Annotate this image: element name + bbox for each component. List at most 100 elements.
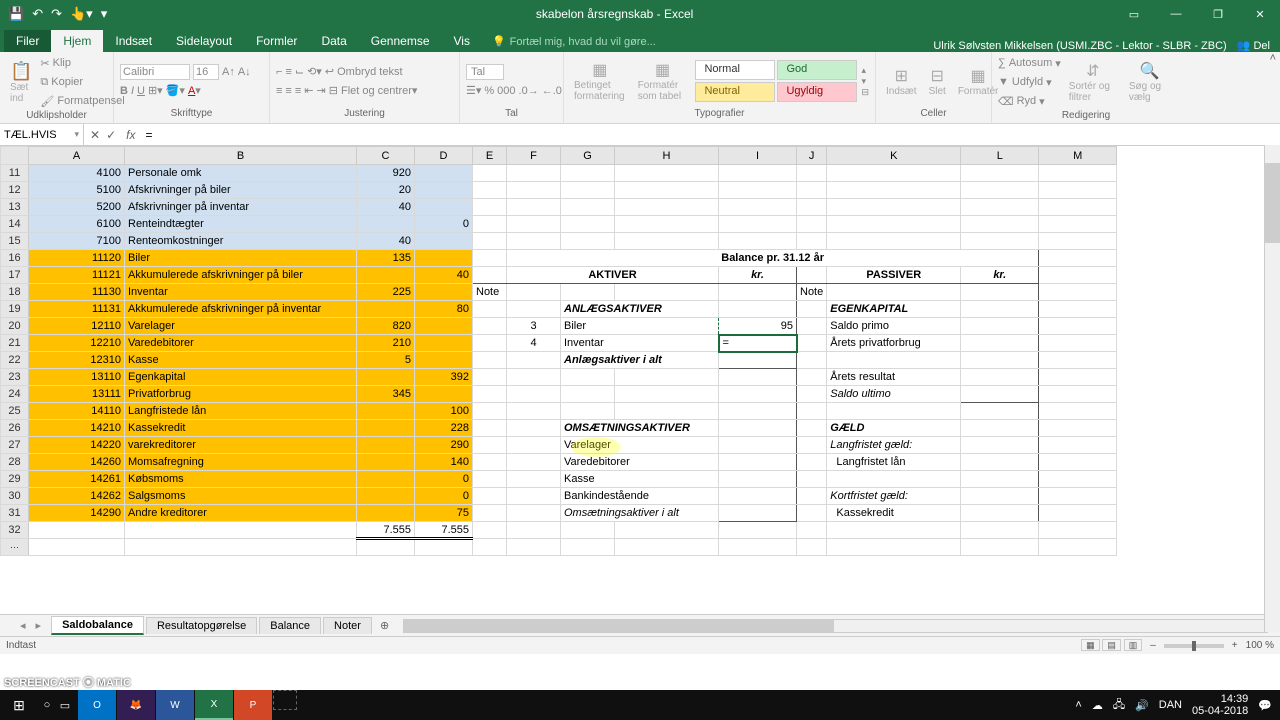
font-color-icon[interactable]: A▾: [188, 84, 201, 97]
tab-home[interactable]: Hjem: [51, 30, 103, 52]
start-button[interactable]: ⊞: [0, 697, 38, 714]
taskbar-firefox-icon[interactable]: 🦊: [117, 690, 155, 720]
zoom-level[interactable]: 100 %: [1246, 640, 1274, 651]
tray-onedrive-icon[interactable]: ☁: [1092, 699, 1103, 712]
active-cell[interactable]: =: [719, 335, 797, 352]
autosum-button[interactable]: ∑ Autosum ▾: [998, 54, 1061, 72]
ribbon-display-icon[interactable]: ▭: [1114, 0, 1154, 28]
cut-button[interactable]: ✂ Klip: [40, 54, 124, 72]
zoom-out-icon[interactable]: –: [1150, 640, 1156, 651]
clear-button[interactable]: ⌫ Ryd ▾: [998, 92, 1061, 110]
orientation-icon[interactable]: ⟲▾: [307, 65, 322, 78]
insert-cells-button[interactable]: ⊞Indsæt: [882, 64, 921, 99]
share-button[interactable]: 👥 Del: [1237, 39, 1270, 52]
sheet-tab-noter[interactable]: Noter: [323, 617, 372, 634]
tray-notifications-icon[interactable]: 💬: [1258, 699, 1272, 712]
border-icon[interactable]: ⊞▾: [148, 84, 163, 97]
collapse-ribbon-icon[interactable]: ˄: [1270, 52, 1276, 64]
tray-up-icon[interactable]: ˄: [1075, 699, 1081, 711]
taskbar-excel-icon[interactable]: X: [195, 690, 233, 720]
name-box[interactable]: TÆL.HVIS▾: [0, 124, 84, 145]
number-format-select[interactable]: Tal: [466, 64, 504, 80]
bold-button[interactable]: B: [120, 85, 128, 97]
sort-filter-button[interactable]: ⇵Sortér og filtrer: [1065, 59, 1121, 105]
cancel-formula-icon[interactable]: ✕: [90, 128, 100, 142]
taskbar-outlook-icon[interactable]: O: [78, 690, 116, 720]
user-name[interactable]: Ulrik Sølvsten Mikkelsen (USMI.ZBC - Lek…: [933, 40, 1226, 52]
task-view-icon[interactable]: ▭: [56, 699, 74, 712]
format-as-table-button[interactable]: ▦Formatér som tabel: [634, 58, 692, 104]
styles-more-icon[interactable]: ⊟: [861, 87, 869, 98]
font-size[interactable]: [193, 64, 219, 80]
find-select-button[interactable]: 🔍Søg og vælg: [1125, 59, 1174, 105]
zoom-in-icon[interactable]: +: [1232, 640, 1238, 651]
tab-nav-next-icon[interactable]: ▸: [36, 619, 42, 632]
redo-icon[interactable]: ↷: [51, 6, 62, 22]
tray-network-icon[interactable]: 🖧: [1113, 696, 1125, 715]
tab-data[interactable]: Data: [309, 30, 358, 52]
view-pagebreak-icon[interactable]: ▥: [1124, 639, 1143, 651]
conditional-formatting-button[interactable]: ▦Betinget formatering: [570, 58, 630, 104]
cell-style-bad[interactable]: Ugyldig: [777, 82, 857, 102]
align-top-icon[interactable]: ⌐: [276, 66, 282, 78]
taskbar-search-icon[interactable]: ○: [38, 699, 56, 711]
italic-button[interactable]: I: [131, 85, 134, 97]
fx-icon[interactable]: fx: [122, 128, 139, 142]
tab-nav-prev-icon[interactable]: ◂: [20, 619, 26, 632]
fill-color-icon[interactable]: 🪣▾: [166, 84, 185, 97]
increase-indent-icon[interactable]: ⇥: [316, 84, 325, 97]
format-painter-button[interactable]: 🖌 Formatpensel: [40, 92, 124, 110]
formula-input[interactable]: =: [139, 126, 1280, 144]
tab-page-layout[interactable]: Sidelayout: [164, 30, 244, 52]
comma-icon[interactable]: 000: [497, 85, 515, 97]
view-pagelayout-icon[interactable]: ▤: [1102, 639, 1121, 651]
decrease-indent-icon[interactable]: ⇤: [304, 84, 313, 97]
tab-review[interactable]: Gennemse: [359, 30, 442, 52]
align-right-icon[interactable]: ≡: [295, 85, 301, 97]
save-icon[interactable]: 💾: [8, 6, 24, 22]
shrink-font-icon[interactable]: A↓: [238, 66, 251, 78]
tab-insert[interactable]: Indsæt: [103, 30, 164, 52]
add-sheet-icon[interactable]: ⊕: [374, 617, 395, 634]
maximize-icon[interactable]: ❐: [1198, 0, 1238, 28]
taskbar-word-icon[interactable]: W: [156, 690, 194, 720]
worksheet-grid[interactable]: ABCDEFGHIJKLM114100Personale omk92012510…: [0, 146, 1280, 614]
wrap-text-button[interactable]: ↩ Ombryd tekst: [325, 65, 403, 78]
delete-cells-button[interactable]: ⊟Slet: [925, 64, 950, 99]
zoom-slider[interactable]: [1164, 644, 1224, 648]
taskbar-powerpoint-icon[interactable]: P: [234, 690, 272, 720]
sheet-tab-balance[interactable]: Balance: [259, 617, 321, 634]
tab-file[interactable]: Filer: [4, 30, 51, 52]
sheet-tab-saldobalance[interactable]: Saldobalance: [51, 616, 144, 635]
font-name[interactable]: [120, 64, 190, 80]
close-icon[interactable]: ✕: [1240, 0, 1280, 28]
minimize-icon[interactable]: —: [1156, 0, 1196, 28]
decrease-decimal-icon[interactable]: ←.0: [542, 85, 562, 97]
tray-time[interactable]: 14:39: [1192, 693, 1248, 705]
cell-style-neutral[interactable]: Neutral: [695, 82, 775, 102]
view-normal-icon[interactable]: ▦: [1081, 639, 1100, 651]
qat-customize-icon[interactable]: ▾: [101, 6, 108, 22]
grow-font-icon[interactable]: A↑: [222, 66, 235, 78]
increase-decimal-icon[interactable]: .0→: [519, 85, 539, 97]
accept-formula-icon[interactable]: ✓: [106, 128, 116, 142]
cell-style-normal[interactable]: Normal: [695, 60, 775, 80]
tray-language[interactable]: DAN: [1159, 699, 1182, 711]
cell-style-good[interactable]: God: [777, 60, 857, 80]
undo-icon[interactable]: ↶: [32, 6, 43, 22]
align-left-icon[interactable]: ≡: [276, 85, 282, 97]
vertical-scrollbar[interactable]: [1264, 145, 1280, 632]
touch-mode-icon[interactable]: 👆▾: [70, 6, 93, 22]
styles-down-icon[interactable]: ▾: [861, 76, 869, 87]
paste-button[interactable]: 📋Sæt ind: [6, 59, 36, 106]
underline-button[interactable]: U: [137, 85, 145, 97]
tab-formulas[interactable]: Formler: [244, 30, 309, 52]
tab-view[interactable]: Vis: [442, 30, 482, 52]
currency-icon[interactable]: ☰▾: [466, 84, 481, 97]
tell-me-search[interactable]: 💡Fortæl mig, hvad du vil gøre...: [482, 31, 666, 52]
align-middle-icon[interactable]: ≡: [285, 66, 291, 78]
percent-icon[interactable]: %: [484, 85, 494, 97]
merge-center-button[interactable]: ⊟ Flet og centrer▾: [329, 84, 418, 97]
tray-volume-icon[interactable]: 🔊: [1135, 699, 1149, 712]
copy-button[interactable]: ⧉ Kopier: [40, 73, 124, 91]
